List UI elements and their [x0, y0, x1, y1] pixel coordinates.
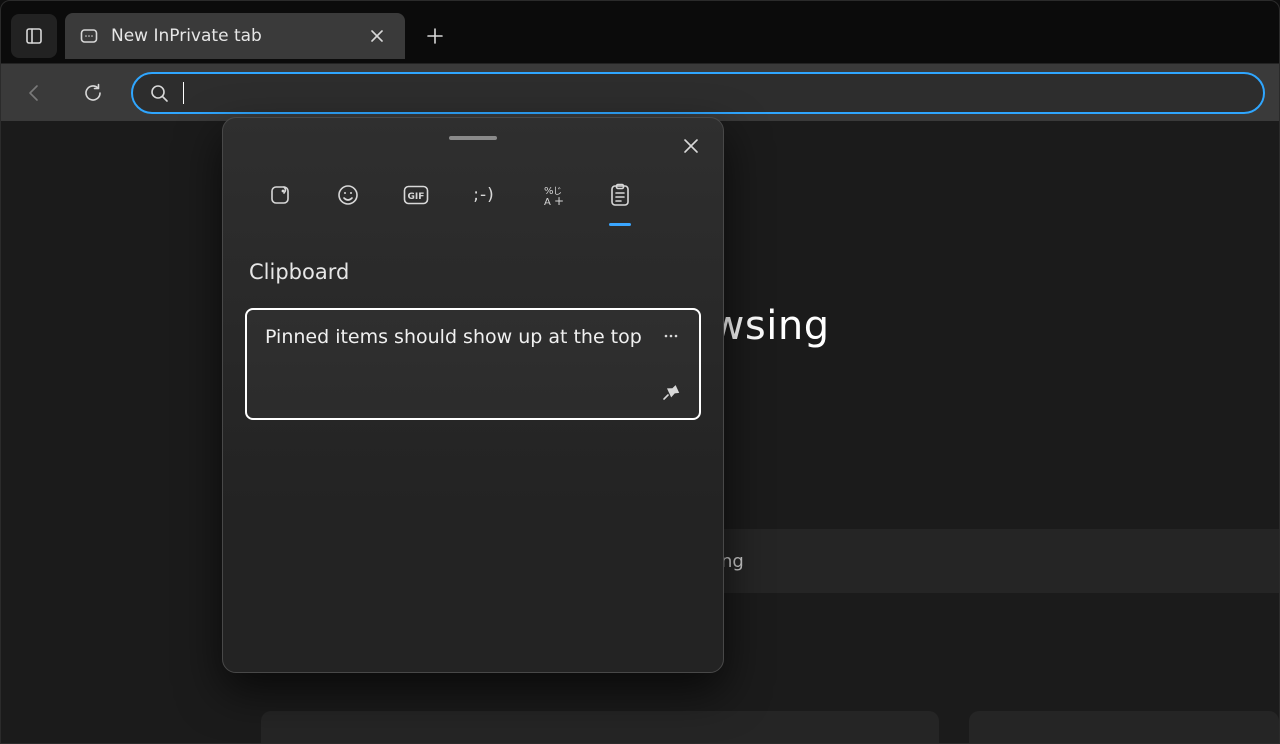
clipboard-item-text: Pinned items should show up at the top — [265, 326, 642, 348]
tab-title: New InPrivate tab — [111, 26, 351, 46]
subbar-text-fragment: ng — [721, 551, 744, 572]
new-tab-button[interactable] — [413, 14, 457, 58]
browser-tab[interactable]: New InPrivate tab — [65, 13, 405, 59]
panel-tab-clipboard[interactable] — [601, 176, 639, 214]
panel-tab-gif[interactable]: GIF — [397, 176, 435, 214]
info-card — [969, 711, 1279, 743]
pin-icon[interactable] — [661, 382, 681, 402]
panel-close-button[interactable] — [677, 132, 705, 160]
panel-tab-row: GIF ;-) %じA+ — [245, 176, 701, 214]
tab-strip: New InPrivate tab — [1, 1, 1279, 63]
drag-handle[interactable] — [449, 136, 497, 140]
back-button[interactable] — [15, 73, 55, 113]
clipboard-item-more-button[interactable] — [661, 326, 681, 346]
inprivate-tab-icon — [79, 26, 99, 46]
panel-tab-symbols[interactable]: %じA+ — [533, 176, 571, 214]
svg-text:GIF: GIF — [408, 192, 425, 202]
search-icon — [149, 83, 169, 103]
clipboard-item[interactable]: Pinned items should show up at the top — [245, 308, 701, 420]
info-card — [261, 711, 939, 743]
text-cursor — [183, 82, 184, 104]
reload-button[interactable] — [73, 73, 113, 113]
toolbar — [1, 63, 1279, 121]
input-panel: GIF ;-) %じA+ Clipboard Pinned items shou… — [222, 117, 724, 673]
panel-section-title: Clipboard — [249, 260, 701, 284]
panel-tab-recent[interactable] — [261, 176, 299, 214]
svg-text:A: A — [544, 197, 551, 207]
svg-text:+: + — [554, 194, 564, 207]
tab-close-button[interactable] — [363, 22, 391, 50]
address-bar[interactable] — [131, 72, 1265, 114]
tab-actions-button[interactable] — [11, 14, 57, 58]
panel-tab-kaomoji[interactable]: ;-) — [465, 176, 503, 214]
panel-tab-emoji[interactable] — [329, 176, 367, 214]
